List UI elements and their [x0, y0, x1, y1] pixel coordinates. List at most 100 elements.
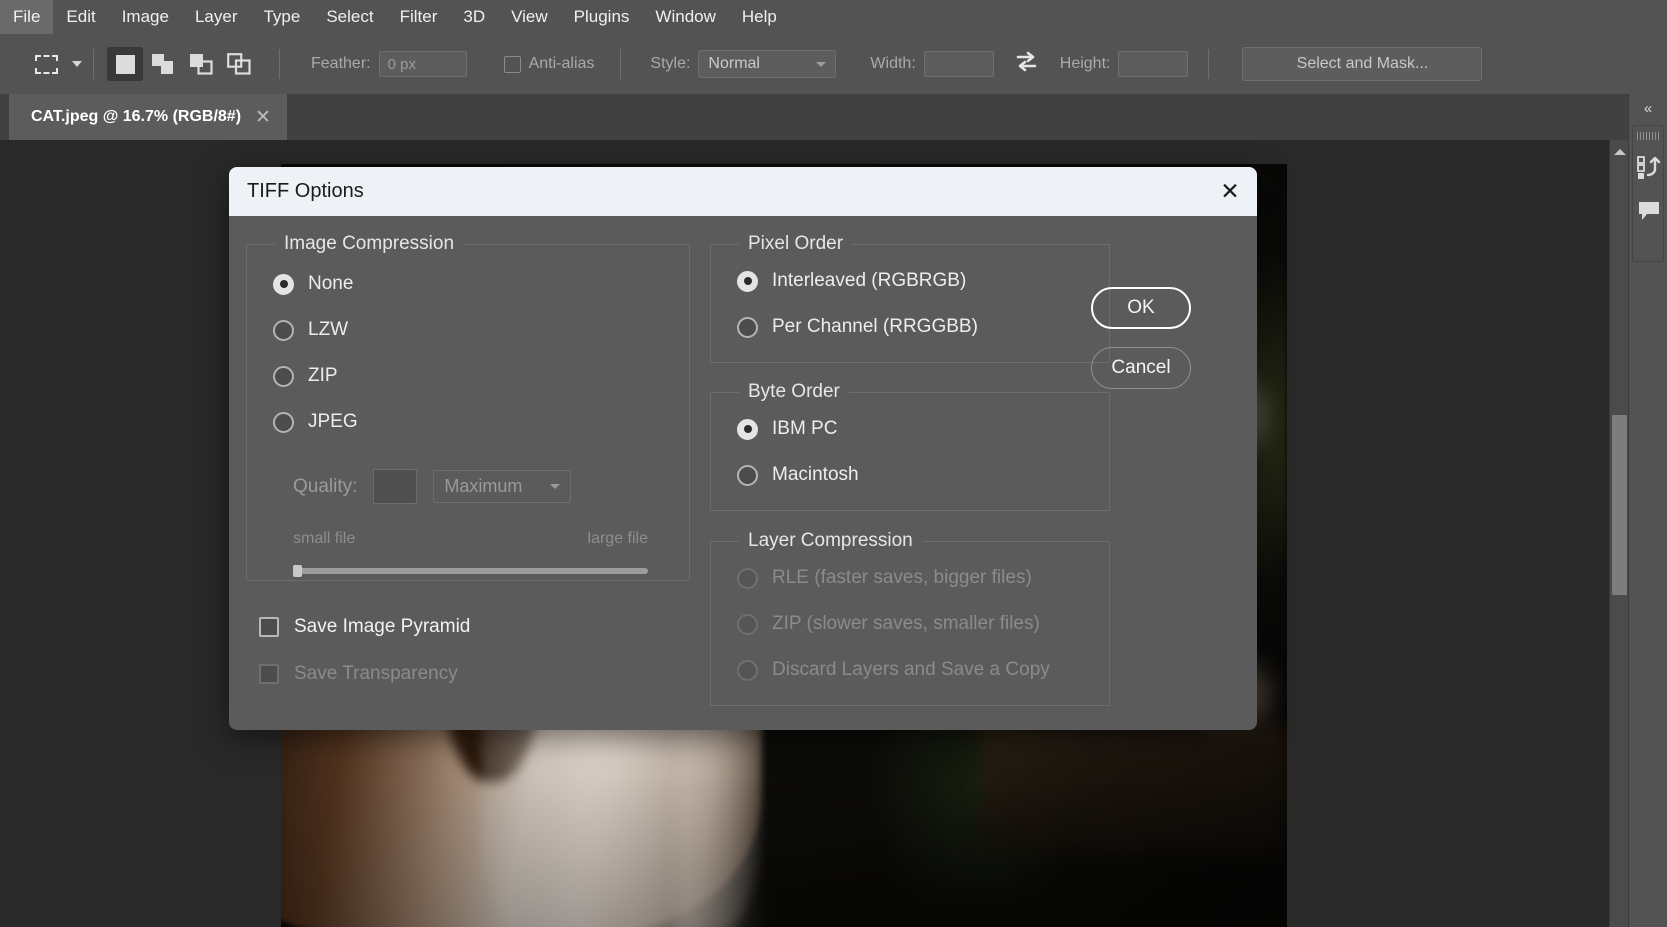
radio-label: Discard Layers and Save a Copy — [772, 659, 1050, 681]
checkbox-save-image-pyramid[interactable]: Save Image Pyramid — [259, 604, 470, 650]
menu-item-layer[interactable]: Layer — [182, 0, 251, 34]
quality-input[interactable] — [373, 469, 417, 504]
pixel-order-group: Pixel Order Interleaved (RGBRGB) Per Cha… — [710, 244, 1110, 363]
radio-indicator — [737, 317, 758, 338]
radio-pixel-order-interleaved[interactable]: Interleaved (RGBRGB) — [737, 258, 1109, 304]
select-and-mask-button[interactable]: Select and Mask... — [1242, 47, 1482, 81]
radio-label: ZIP — [308, 365, 338, 387]
height-label: Height: — [1060, 55, 1111, 73]
radio-indicator — [737, 271, 758, 292]
radio-indicator — [273, 320, 294, 341]
radio-compression-lzw[interactable]: LZW — [273, 307, 689, 353]
byte-order-group: Byte Order IBM PC Macintosh — [710, 392, 1110, 511]
menu-item-help[interactable]: Help — [729, 0, 790, 34]
quality-row: Quality: Maximum — [293, 469, 571, 504]
slider-min-label: small file — [293, 530, 355, 548]
collapse-panels-glyph: « — [1644, 101, 1652, 116]
divider — [1208, 49, 1209, 79]
checkbox-label: Save Transparency — [294, 663, 458, 685]
right-panel-dock: « — [1628, 94, 1667, 927]
quality-slider-handle[interactable] — [293, 565, 302, 577]
new-selection-icon[interactable] — [107, 47, 143, 81]
comment-bubble-icon[interactable] — [1633, 189, 1665, 233]
close-icon[interactable]: ✕ — [1203, 167, 1257, 216]
width-label: Width: — [870, 55, 915, 73]
quality-preset-value: Maximum — [444, 476, 522, 497]
chevron-down-icon[interactable] — [72, 61, 82, 67]
menu-bar: File Edit Image Layer Type Select Filter… — [0, 0, 1667, 35]
radio-label: None — [308, 273, 353, 295]
radio-indicator — [737, 465, 758, 486]
feather-input[interactable]: 0 px — [379, 51, 467, 77]
close-icon[interactable]: ✕ — [255, 108, 271, 127]
checkbox-indicator — [259, 617, 279, 637]
menu-item-3d[interactable]: 3D — [450, 0, 498, 34]
width-input[interactable] — [924, 51, 994, 77]
menu-item-window[interactable]: Window — [642, 0, 728, 34]
radio-label: Per Channel (RRGGBB) — [772, 316, 978, 338]
divider — [279, 49, 280, 79]
anti-alias-label: Anti-alias — [529, 55, 595, 73]
menu-item-image[interactable]: Image — [109, 0, 182, 34]
radio-indicator — [273, 412, 294, 433]
menu-item-plugins[interactable]: Plugins — [561, 0, 643, 34]
menu-item-type[interactable]: Type — [250, 0, 313, 34]
radio-byte-order-ibm-pc[interactable]: IBM PC — [737, 406, 1109, 452]
cancel-button[interactable]: Cancel — [1091, 347, 1191, 389]
subtract-from-selection-icon[interactable] — [183, 47, 219, 81]
radio-indicator — [737, 660, 758, 681]
slider-max-label: large file — [588, 530, 648, 548]
style-select-value: Normal — [708, 55, 760, 73]
add-to-selection-icon[interactable] — [145, 47, 181, 81]
menu-item-file[interactable]: File — [0, 0, 53, 34]
document-tab-title: CAT.jpeg @ 16.7% (RGB/8#) — [31, 108, 241, 126]
quality-preset-select[interactable]: Maximum — [433, 470, 571, 503]
chevron-down-icon — [816, 62, 826, 67]
checkbox-indicator — [259, 664, 279, 684]
menu-item-view[interactable]: View — [498, 0, 561, 34]
image-compression-legend: Image Compression — [275, 233, 463, 255]
menu-item-edit[interactable]: Edit — [53, 0, 108, 34]
panel-grip[interactable] — [1637, 132, 1659, 140]
radio-indicator — [737, 568, 758, 589]
image-compression-group: Image Compression None LZW ZIP JPEG Qual… — [246, 244, 690, 581]
history-actions-icon[interactable] — [1633, 145, 1665, 189]
scroll-thumb[interactable] — [1612, 415, 1627, 595]
dialog-title-bar[interactable]: TIFF Options ✕ — [229, 167, 1257, 216]
radio-compression-none[interactable]: None — [273, 261, 689, 307]
radio-label: JPEG — [308, 411, 358, 433]
ok-button[interactable]: OK — [1091, 287, 1191, 329]
radio-label: LZW — [308, 319, 348, 341]
radio-layer-compression-discard-layers: Discard Layers and Save a Copy — [737, 647, 1109, 693]
rectangular-marquee-icon[interactable] — [28, 46, 64, 82]
radio-pixel-order-per-channel[interactable]: Per Channel (RRGGBB) — [737, 304, 1109, 350]
scroll-up-arrow-icon[interactable] — [1614, 149, 1626, 155]
menu-item-filter[interactable]: Filter — [387, 0, 451, 34]
chevron-down-icon — [550, 484, 560, 489]
menu-item-select[interactable]: Select — [313, 0, 386, 34]
document-tab[interactable]: CAT.jpeg @ 16.7% (RGB/8#) ✕ — [9, 94, 287, 140]
collapse-panels-icon[interactable]: « — [1629, 94, 1667, 123]
radio-compression-zip[interactable]: ZIP — [273, 353, 689, 399]
radio-indicator — [737, 614, 758, 635]
style-select[interactable]: Normal — [698, 50, 836, 78]
radio-indicator — [737, 419, 758, 440]
tiff-options-dialog: TIFF Options ✕ Image Compression None LZ… — [229, 167, 1257, 730]
divider — [620, 49, 621, 79]
swap-width-height-icon[interactable] — [1014, 50, 1040, 79]
checkbox-save-transparency: Save Transparency — [259, 651, 458, 697]
radio-label: IBM PC — [772, 418, 837, 440]
intersect-selection-icon[interactable] — [221, 47, 257, 81]
radio-label: RLE (faster saves, bigger files) — [772, 567, 1032, 589]
quality-slider[interactable] — [293, 568, 648, 574]
height-input[interactable] — [1118, 51, 1188, 77]
anti-alias-checkbox[interactable] — [504, 56, 521, 73]
radio-indicator — [273, 274, 294, 295]
radio-compression-jpeg[interactable]: JPEG — [273, 399, 689, 445]
dock-panel-group — [1632, 125, 1664, 262]
radio-byte-order-macintosh[interactable]: Macintosh — [737, 452, 1109, 498]
radio-label: Macintosh — [772, 464, 859, 486]
byte-order-legend: Byte Order — [739, 381, 849, 403]
canvas-vertical-scrollbar[interactable] — [1609, 140, 1629, 927]
quality-slider-group: small file large file — [293, 530, 648, 574]
